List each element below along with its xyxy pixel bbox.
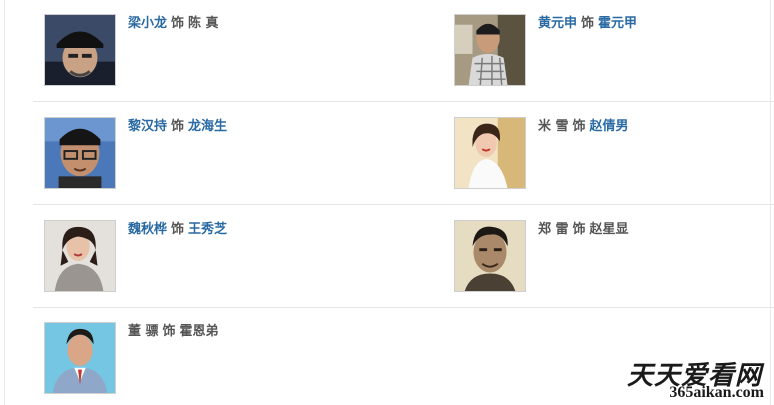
actor-photo-glasses[interactable] (44, 117, 116, 189)
actor-name-link[interactable]: 魏秋桦 (128, 222, 167, 237)
character-name-link[interactable]: 霍元甲 (598, 16, 637, 31)
cast-caption: 魏秋桦饰王秀芝 (128, 221, 227, 239)
character-name: 霍恩弟 (179, 324, 219, 339)
row-divider (33, 204, 774, 205)
actor-photo-vintage-portrait[interactable] (454, 220, 526, 292)
character-name-link[interactable]: 赵倩男 (590, 119, 629, 134)
actor-name: 米 雪 (538, 119, 569, 134)
actor-photo-plaid-shirt[interactable] (454, 14, 526, 86)
row-divider (33, 101, 774, 102)
cast-caption: 黎汉持饰龙海生 (128, 118, 227, 136)
cast-item: 黄元申饰霍元甲 (454, 14, 754, 88)
cast-item: 郑 雷饰赵星显 (454, 220, 754, 294)
actor-name: 郑 雷 (538, 222, 569, 237)
right-border (770, 0, 771, 405)
role-connector: 饰 (171, 16, 185, 31)
character-name-link[interactable]: 王秀芝 (188, 222, 227, 237)
character-name: 陈 真 (188, 16, 219, 31)
actor-photo-black-cap[interactable] (44, 14, 116, 86)
cast-item: 魏秋桦饰王秀芝 (44, 220, 344, 294)
cast-item: 米 雪饰赵倩男 (454, 117, 754, 191)
actress-photo-white-top[interactable] (454, 117, 526, 189)
role-connector: 饰 (581, 16, 595, 31)
cast-item: 董 骠饰霍恩弟 (44, 322, 344, 396)
cast-item: 梁小龙饰陈 真 (44, 14, 344, 88)
cast-caption: 黄元申饰霍元甲 (538, 15, 637, 33)
actress-photo-grey-sweater[interactable] (44, 220, 116, 292)
cast-item: 黎汉持饰龙海生 (44, 117, 344, 191)
character-name-link[interactable]: 龙海生 (188, 119, 227, 134)
cast-caption: 米 雪饰赵倩男 (538, 118, 629, 136)
cast-caption: 郑 雷饰赵星显 (538, 221, 629, 239)
role-connector: 饰 (162, 324, 176, 339)
role-connector: 饰 (171, 119, 185, 134)
watermark-url: 365aikan.com (669, 384, 764, 401)
left-border (4, 0, 5, 405)
role-connector: 饰 (572, 119, 586, 134)
role-connector: 饰 (171, 222, 185, 237)
site-watermark: 天天爱看网 365aikan.com (618, 355, 768, 403)
actor-photo-blue-suit[interactable] (44, 322, 116, 394)
row-divider (33, 307, 774, 308)
actor-name-link[interactable]: 黄元申 (538, 16, 577, 31)
role-connector: 饰 (572, 222, 586, 237)
actor-name-link[interactable]: 黎汉持 (128, 119, 167, 134)
actor-name: 董 骠 (128, 324, 159, 339)
actor-name-link[interactable]: 梁小龙 (128, 16, 167, 31)
cast-caption: 董 骠饰霍恩弟 (128, 323, 219, 341)
cast-caption: 梁小龙饰陈 真 (128, 15, 219, 33)
character-name: 赵星显 (589, 222, 629, 237)
